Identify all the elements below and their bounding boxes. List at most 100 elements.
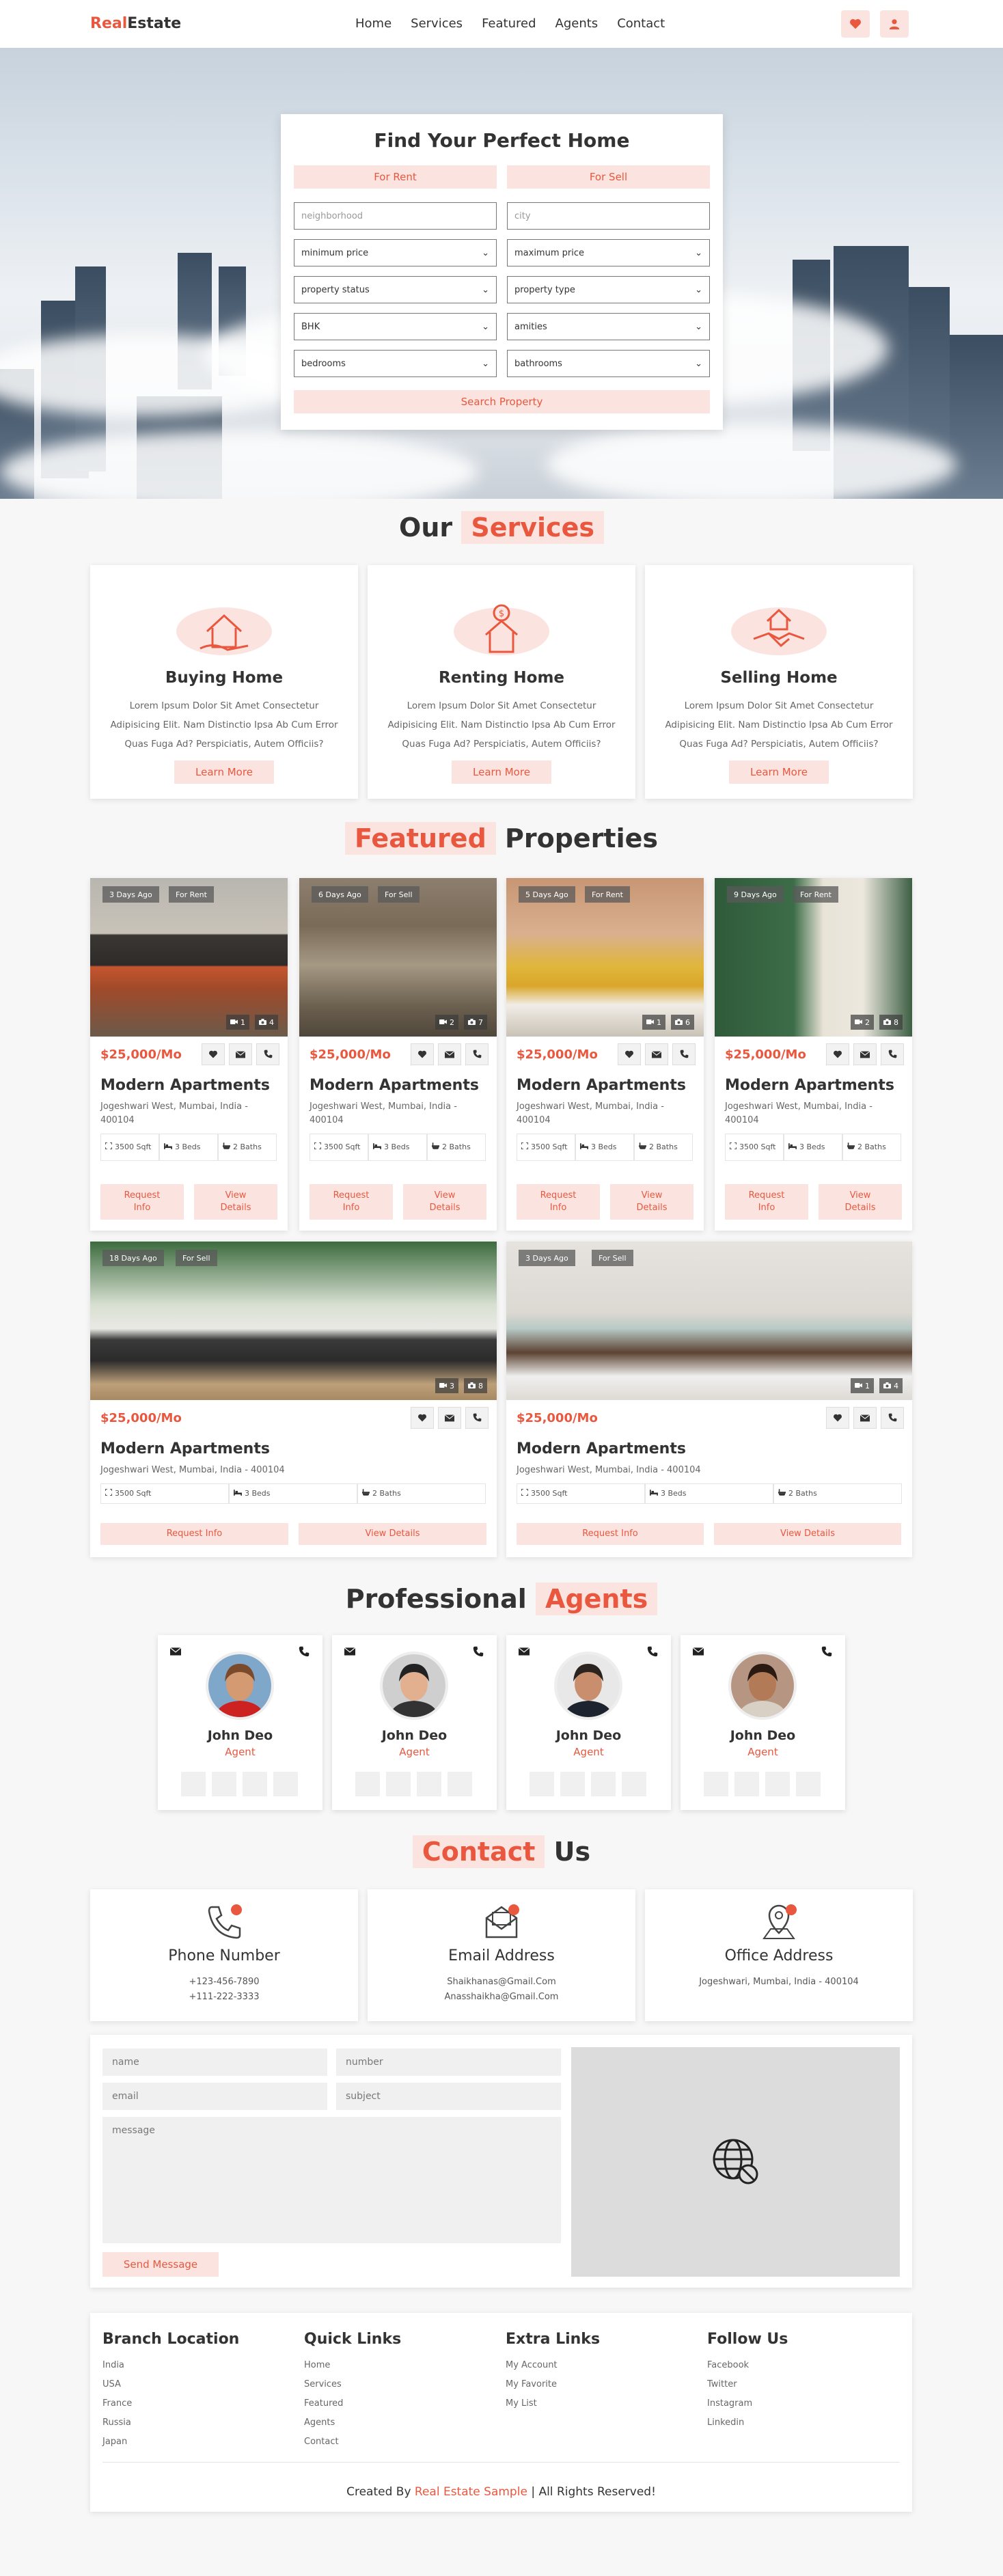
footer-link[interactable]: USA	[102, 2375, 239, 2394]
property-photo[interactable]: 18 Days Ago For Sell 3 8	[90, 1242, 497, 1400]
social-link[interactable]	[212, 1772, 236, 1796]
phone-icon[interactable]	[473, 1646, 484, 1657]
learn-more-button[interactable]: Learn More	[452, 761, 551, 784]
social-link[interactable]	[386, 1772, 411, 1796]
footer-link[interactable]: My Favorite	[506, 2375, 600, 2394]
favorite-button[interactable]	[202, 1043, 225, 1065]
view-details-button[interactable]: View Details	[819, 1184, 902, 1220]
favorite-button[interactable]	[826, 1407, 849, 1429]
nav-contact[interactable]: Contact	[617, 16, 665, 31]
phone-number-2[interactable]: +111-222-3333	[90, 1992, 358, 2002]
call-button[interactable]	[881, 1043, 904, 1065]
min-price-select[interactable]: minimum price ⌄	[294, 239, 497, 266]
footer-link[interactable]: Featured	[304, 2394, 401, 2413]
envelope-icon[interactable]	[693, 1647, 704, 1656]
social-link[interactable]	[560, 1772, 585, 1796]
footer-link[interactable]: Services	[304, 2375, 401, 2394]
envelope-icon[interactable]	[170, 1647, 181, 1656]
favorite-button[interactable]	[618, 1043, 641, 1065]
email-button[interactable]	[229, 1043, 252, 1065]
message-textarea[interactable]: message	[102, 2117, 561, 2243]
footer-link[interactable]: Twitter	[707, 2375, 788, 2394]
request-info-button[interactable]: Request Info	[725, 1184, 808, 1220]
number-input[interactable]: number	[336, 2049, 561, 2076]
call-button[interactable]	[465, 1407, 489, 1429]
nav-home[interactable]: Home	[355, 16, 391, 31]
for-rent-tab[interactable]: For Rent	[294, 165, 497, 189]
social-link[interactable]	[796, 1772, 821, 1796]
phone-icon[interactable]	[821, 1646, 832, 1657]
favorites-button[interactable]	[841, 10, 870, 38]
favorite-button[interactable]	[411, 1043, 434, 1065]
footer-link[interactable]: My List	[506, 2394, 600, 2413]
footer-link[interactable]: Home	[304, 2356, 401, 2375]
send-message-button[interactable]: Send Message	[102, 2252, 219, 2277]
property-status-select[interactable]: property status ⌄	[294, 276, 497, 303]
email-button[interactable]	[438, 1043, 461, 1065]
social-link[interactable]	[591, 1772, 616, 1796]
request-info-button[interactable]: Request Info	[100, 1523, 288, 1545]
email-input[interactable]: email	[102, 2083, 327, 2110]
property-photo[interactable]: 6 Days Ago For Sell 2 7	[299, 878, 497, 1037]
envelope-icon[interactable]	[519, 1647, 530, 1656]
footer-link[interactable]: France	[102, 2394, 239, 2413]
property-photo[interactable]: 9 Days Ago For Rent 2 8	[715, 878, 912, 1037]
nav-featured[interactable]: Featured	[482, 16, 536, 31]
nav-services[interactable]: Services	[411, 16, 463, 31]
city-input[interactable]: city	[507, 202, 710, 230]
phone-icon[interactable]	[647, 1646, 658, 1657]
amenities-select[interactable]: amities ⌄	[507, 313, 710, 340]
social-link[interactable]	[530, 1772, 554, 1796]
social-link[interactable]	[704, 1772, 728, 1796]
logo[interactable]: RealEstate	[90, 15, 181, 32]
footer-link[interactable]: Facebook	[707, 2356, 788, 2375]
property-photo[interactable]: 3 Days Ago For Sell 1 4	[506, 1242, 912, 1400]
footer-link[interactable]: Agents	[304, 2413, 401, 2433]
social-link[interactable]	[355, 1772, 380, 1796]
for-sell-tab[interactable]: For Sell	[507, 165, 710, 189]
social-link[interactable]	[273, 1772, 298, 1796]
view-details-button[interactable]: View Details	[194, 1184, 277, 1220]
bhk-select[interactable]: BHK ⌄	[294, 313, 497, 340]
view-details-button[interactable]: View Details	[299, 1523, 486, 1545]
property-photo[interactable]: 3 Days Ago For Rent 1 4	[90, 878, 288, 1037]
favorite-button[interactable]	[826, 1043, 849, 1065]
favorite-button[interactable]	[411, 1407, 434, 1429]
social-link[interactable]	[622, 1772, 646, 1796]
view-details-button[interactable]: View Details	[403, 1184, 486, 1220]
footer-link[interactable]: Russia	[102, 2413, 239, 2433]
request-info-button[interactable]: Request Info	[310, 1184, 393, 1220]
footer-link[interactable]: My Account	[506, 2356, 600, 2375]
social-link[interactable]	[448, 1772, 472, 1796]
email-button[interactable]	[438, 1407, 461, 1429]
account-button[interactable]	[880, 10, 909, 38]
social-link[interactable]	[765, 1772, 790, 1796]
search-property-button[interactable]: Search Property	[294, 390, 710, 413]
learn-more-button[interactable]: Learn More	[729, 761, 829, 784]
neighborhood-input[interactable]: neighborhood	[294, 202, 497, 230]
envelope-icon[interactable]	[344, 1647, 355, 1656]
phone-number-1[interactable]: +123-456-7890	[90, 1977, 358, 1987]
social-link[interactable]	[734, 1772, 759, 1796]
request-info-button[interactable]: Request Info	[517, 1184, 600, 1220]
call-button[interactable]	[672, 1043, 696, 1065]
nav-agents[interactable]: Agents	[555, 16, 599, 31]
view-details-button[interactable]: View Details	[610, 1184, 693, 1220]
learn-more-button[interactable]: Learn More	[174, 761, 274, 784]
request-info-button[interactable]: Request Info	[100, 1184, 184, 1220]
credit-link[interactable]: Real Estate Sample	[415, 2485, 527, 2499]
bathrooms-select[interactable]: bathrooms ⌄	[507, 350, 710, 377]
email-address-2[interactable]: Anasshaikha@Gmail.Com	[368, 1992, 635, 2002]
social-link[interactable]	[243, 1772, 267, 1796]
email-button[interactable]	[853, 1407, 877, 1429]
call-button[interactable]	[465, 1043, 489, 1065]
footer-link[interactable]: India	[102, 2356, 239, 2375]
subject-input[interactable]: subject	[336, 2083, 561, 2110]
call-button[interactable]	[881, 1407, 904, 1429]
email-button[interactable]	[853, 1043, 877, 1065]
property-type-select[interactable]: property type ⌄	[507, 276, 710, 303]
footer-link[interactable]: Instagram	[707, 2394, 788, 2413]
map-placeholder[interactable]	[571, 2047, 900, 2277]
footer-link[interactable]: Japan	[102, 2433, 239, 2452]
call-button[interactable]	[256, 1043, 279, 1065]
